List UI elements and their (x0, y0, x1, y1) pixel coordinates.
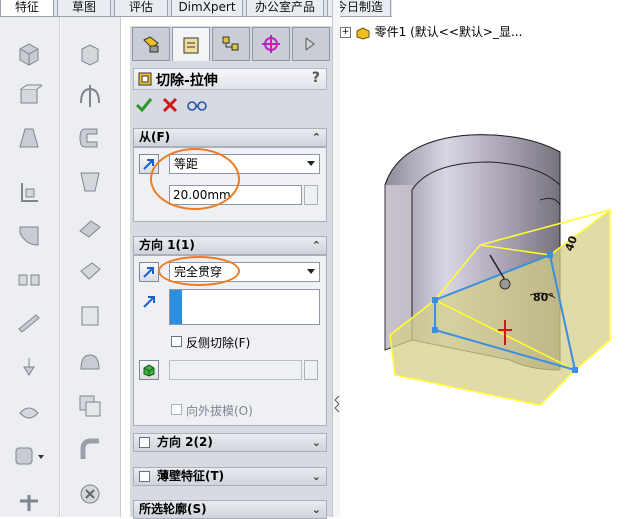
detailed-preview-icon[interactable] (186, 97, 208, 113)
offset-spinner[interactable] (304, 185, 318, 205)
expand-icon[interactable]: ⌄ (312, 468, 321, 485)
selection-active-indicator (170, 290, 182, 324)
direction2-group-header[interactable]: 方向 2(2) ⌄ (133, 433, 327, 452)
tab-dimxpert[interactable]: DimXpert (171, 0, 243, 17)
delete-face-icon[interactable] (71, 479, 109, 509)
cancel-x-icon[interactable] (161, 96, 179, 114)
features-toolbar-left (0, 17, 60, 517)
draft-icon[interactable] (10, 353, 48, 383)
thin-feature-group-header[interactable]: 薄壁特征(T) ⌄ (133, 467, 327, 486)
panel-splitter[interactable] (332, 0, 340, 517)
angle-dimension: 80° (533, 291, 554, 304)
graphics-viewport[interactable]: 80° 40 (340, 40, 640, 517)
curves-icon[interactable] (10, 487, 48, 517)
selected-contours-label: 所选轮廓(S) (139, 502, 207, 516)
from-group-label: 从(F) (139, 130, 171, 144)
fillet-icon[interactable] (10, 221, 48, 251)
direction1-group-header[interactable]: 方向 1(1) ⌃ (133, 236, 327, 255)
configuration-manager-icon (222, 36, 239, 51)
tab-configuration-manager[interactable] (212, 27, 250, 61)
boundary-cut-icon[interactable] (71, 213, 109, 243)
selected-contours-group-header[interactable]: 所选轮廓(S) ⌄ (133, 500, 327, 519)
collapse-icon[interactable]: ⌃ (312, 237, 321, 254)
tab-evaluate[interactable]: 评估 (114, 0, 168, 17)
tab-features[interactable]: 特征 (0, 0, 54, 17)
thin-feature-checkbox[interactable] (139, 471, 150, 482)
expand-icon[interactable]: ⌄ (312, 501, 321, 518)
direction-vector-icon (143, 296, 155, 308)
part-icon (356, 26, 370, 40)
tab-display-manager[interactable] (292, 27, 330, 61)
draft-angle-input[interactable] (169, 360, 302, 380)
draft-outward-label: 向外拔模(O) (186, 404, 253, 418)
flip-side-label: 反侧切除(F) (186, 336, 251, 350)
dome-icon[interactable] (71, 347, 109, 377)
extruded-cut-icon[interactable] (71, 39, 109, 69)
features-toolbar-right (61, 17, 121, 517)
tab-sketch[interactable]: 草图 (57, 0, 111, 17)
direction1-group-label: 方向 1(1) (139, 238, 195, 252)
direction2-checkbox[interactable] (139, 437, 150, 448)
thin-feature-label: 薄壁特征(T) (157, 469, 225, 483)
tab-feature-manager[interactable] (132, 27, 170, 61)
expand-icon[interactable]: ⌄ (312, 434, 321, 451)
revolved-cut-icon[interactable] (71, 81, 109, 111)
arrow-diagonal-icon (143, 267, 154, 278)
direction2-label: 方向 2(2) (157, 435, 213, 449)
help-button[interactable]: ? (312, 70, 320, 86)
direction1-reverse-button[interactable] (139, 262, 159, 282)
intersect-icon[interactable] (71, 391, 109, 421)
draft-toggle-button[interactable] (139, 360, 159, 380)
swept-boss-icon[interactable] (10, 123, 48, 153)
extruded-boss-icon[interactable] (10, 39, 48, 69)
shell-icon[interactable] (10, 397, 48, 427)
tab-property-manager[interactable] (172, 27, 210, 61)
feature-title: 切除-拉伸 (156, 73, 218, 89)
direction-selection-box[interactable] (169, 289, 320, 325)
collapse-icon[interactable]: ⌃ (312, 129, 321, 146)
display-manager-icon (305, 37, 315, 51)
feature-title-bar: 切除-拉伸 ? (133, 68, 327, 90)
from-group-header[interactable]: 从(F) ⌃ (133, 128, 327, 147)
annotation-circle-from (150, 148, 240, 210)
draft-angle-spinner[interactable] (304, 360, 318, 380)
pipe-icon[interactable] (71, 435, 109, 465)
linear-pattern-icon[interactable] (10, 265, 48, 295)
feature-manager-icon (143, 36, 159, 53)
part-name: 零件1 (默认<<默认>_显... (374, 25, 523, 39)
wrap-icon[interactable] (71, 301, 109, 331)
expand-tree-icon[interactable]: + (340, 27, 351, 38)
lofted-cut-icon[interactable] (71, 167, 109, 197)
draft-cube-icon (143, 364, 155, 377)
cut-extrude-icon (138, 72, 152, 86)
rib-icon[interactable] (10, 307, 48, 337)
mirror-icon[interactable] (10, 441, 48, 471)
tab-dimxpert-manager[interactable] (252, 27, 290, 61)
tab-office-products[interactable]: 办公室产品 (246, 0, 324, 17)
property-manager-icon (183, 37, 199, 53)
annotation-circle-direction (158, 256, 240, 286)
swept-cut-icon[interactable] (71, 123, 109, 153)
draft-outward-checkbox[interactable] (171, 404, 182, 415)
dimxpert-manager-icon (262, 35, 280, 53)
hole-wizard-icon[interactable] (71, 257, 109, 287)
ok-check-icon[interactable] (135, 96, 153, 114)
flip-side-checkbox[interactable] (171, 336, 182, 347)
reference-geometry-icon[interactable] (10, 177, 48, 207)
flyout-feature-tree[interactable]: + 零件1 (默认<<默认>_显... (340, 24, 522, 40)
revolved-boss-icon[interactable] (10, 81, 48, 111)
